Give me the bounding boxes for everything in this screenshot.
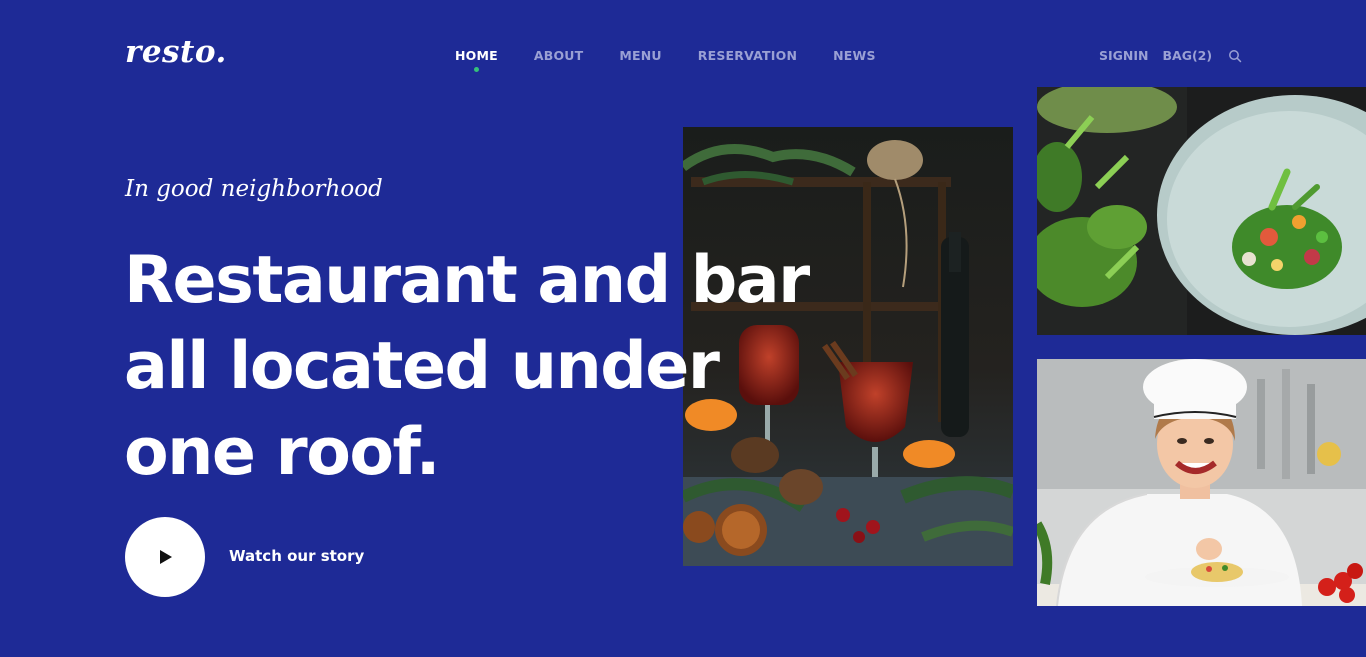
nav-item-about[interactable]: ABOUT (534, 48, 584, 63)
headline-line: Restaurant and bar (124, 243, 810, 318)
play-icon (160, 550, 172, 564)
logo[interactable]: resto. (125, 34, 227, 70)
nav-item-label: NEWS (833, 48, 876, 63)
nav-item-menu[interactable]: MENU (619, 48, 661, 63)
bag-link[interactable]: BAG(2) (1163, 48, 1213, 63)
nav-item-label: RESERVATION (697, 48, 798, 63)
nav-item-news[interactable]: NEWS (833, 48, 876, 63)
play-video-button[interactable] (125, 517, 205, 597)
dish-photo (1037, 87, 1366, 335)
headline-line: one roof. (124, 415, 440, 490)
nav-item-label: MENU (619, 48, 662, 63)
signin-link[interactable]: SIGNIN (1099, 48, 1149, 63)
search-icon[interactable] (1228, 49, 1242, 63)
nav-item-home[interactable]: HOME (455, 48, 498, 72)
watch-story-link[interactable]: Watch our story (229, 547, 364, 565)
hero-headline: Restaurant and bar all located under one… (124, 238, 810, 496)
main-nav: HOME ABOUT MENU RESERVATION NEWS (455, 48, 876, 72)
chef-photo (1037, 359, 1366, 606)
nav-item-label: ABOUT (533, 48, 584, 63)
header-actions: SIGNIN BAG(2) (1099, 48, 1242, 63)
hero-tagline: In good neighborhood (125, 176, 383, 202)
nav-item-label: HOME (455, 48, 498, 63)
active-indicator-dot (473, 67, 479, 72)
nav-item-reservation[interactable]: RESERVATION (698, 48, 797, 63)
headline-line: all located under (124, 329, 720, 404)
